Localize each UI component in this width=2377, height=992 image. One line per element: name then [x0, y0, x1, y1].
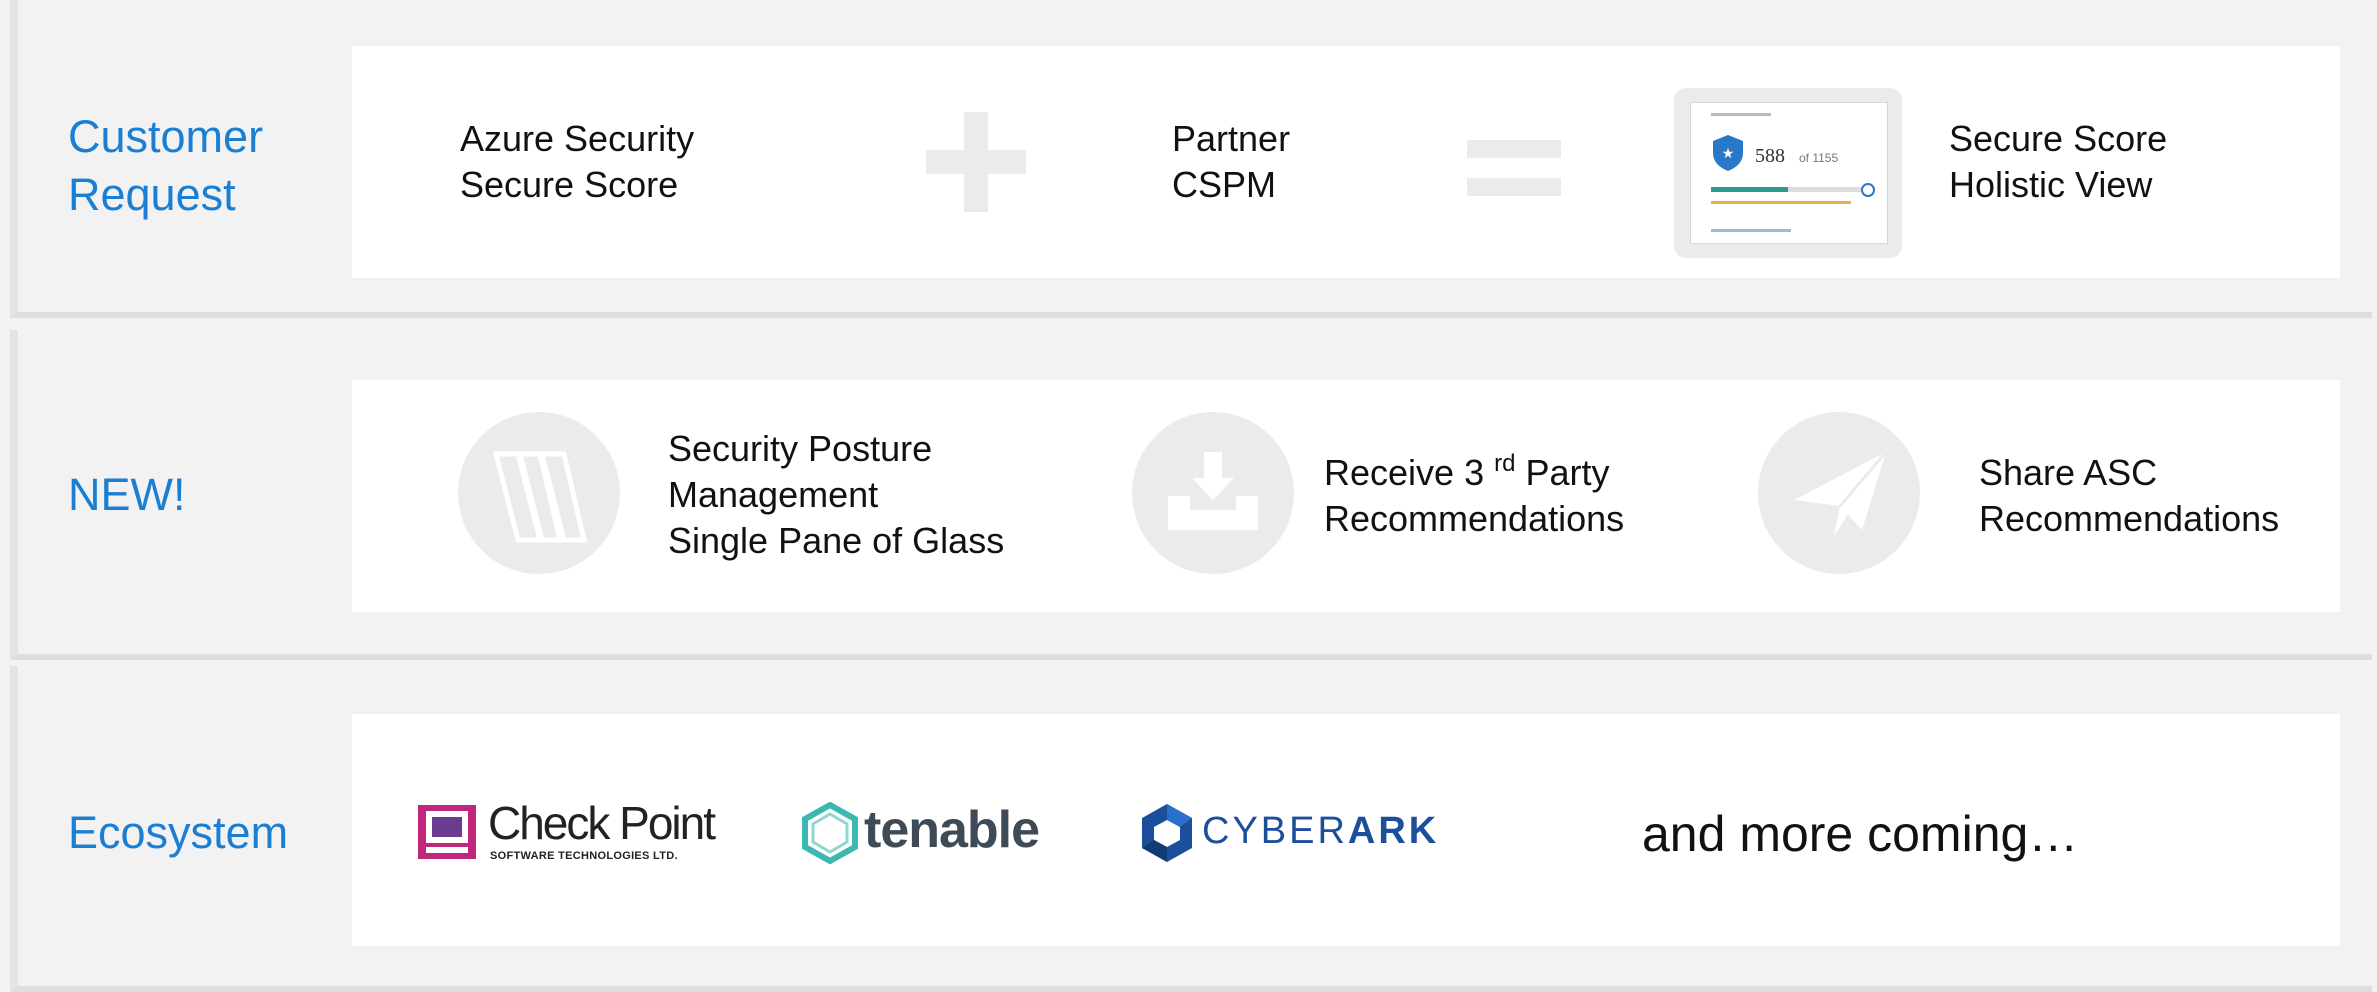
- plus-icon: [926, 112, 1026, 212]
- share-asc-text: Share ASC Recommendations: [1979, 452, 2280, 539]
- posture-panes-icon: [492, 451, 588, 543]
- thumbnail-shield-icon: ★: [1713, 135, 1743, 171]
- row-label-ecosystem: Ecosystem: [68, 807, 289, 858]
- thumbnail-progress-fill: [1711, 187, 1788, 192]
- checkpoint-subtitle: SOFTWARE TECHNOLOGIES LTD.: [490, 850, 678, 862]
- partner-cspm-text: Partner CSPM: [1172, 118, 1291, 205]
- receive-recommendations-text: Receive 3 rd Party Recommendations: [1324, 450, 1625, 540]
- row-label-new: NEW!: [68, 469, 186, 520]
- paper-plane-icon: [1794, 451, 1888, 536]
- checkpoint-logo: Check Point SOFTWARE TECHNOLOGIES LTD.: [418, 797, 738, 870]
- customer-request-card: Azure Security Secure Score Partner CSPM…: [352, 46, 2340, 278]
- tenable-name: tenable: [864, 801, 1040, 859]
- superscript-rd: rd: [1494, 450, 1516, 477]
- secure-score-thumbnail-panel: ★ 588 of 1155: [1690, 102, 1888, 244]
- thumbnail-score: 588: [1755, 145, 1785, 167]
- receive-icon-circle: [1132, 412, 1294, 574]
- thumbnail-link-line: [1711, 229, 1791, 232]
- and-more-coming-text: and more coming…: [1642, 806, 2079, 862]
- security-posture-text: Security Posture Management Single Pane …: [668, 428, 1005, 561]
- posture-icon-circle: [458, 412, 620, 574]
- checkpoint-emblem-icon: [418, 805, 476, 859]
- cyberark-logo: CYBERARK: [1140, 800, 1440, 866]
- equals-icon: [1467, 140, 1561, 196]
- thumbnail-progress-dot: [1861, 183, 1875, 197]
- secure-score-holistic-view-text: Secure Score Holistic View: [1949, 118, 2168, 205]
- checkpoint-name: Check Point: [488, 797, 716, 849]
- thumbnail-progress-bar: [1711, 187, 1861, 192]
- cyberark-mark-icon: [1142, 804, 1192, 862]
- row-label-customer-request: Customer Request: [68, 111, 264, 220]
- thumbnail-header-line: [1711, 113, 1771, 116]
- cyberark-name: CYBERARK: [1202, 810, 1440, 852]
- tenable-logo: tenable: [800, 800, 1070, 866]
- secure-score-thumbnail: ★ 588 of 1155: [1674, 88, 1902, 258]
- thumbnail-total: of 1155: [1799, 151, 1839, 165]
- thumbnail-warning-line: [1711, 201, 1851, 204]
- azure-secure-score-text: Azure Security Secure Score: [460, 118, 695, 205]
- new-card: Security Posture Management Single Pane …: [352, 380, 2340, 612]
- svg-text:★: ★: [1722, 146, 1735, 162]
- share-icon-circle: [1758, 412, 1920, 574]
- inbox-download-icon: [1168, 452, 1258, 530]
- ecosystem-card: Check Point SOFTWARE TECHNOLOGIES LTD. t…: [352, 714, 2340, 946]
- tenable-mark-icon: [802, 802, 858, 864]
